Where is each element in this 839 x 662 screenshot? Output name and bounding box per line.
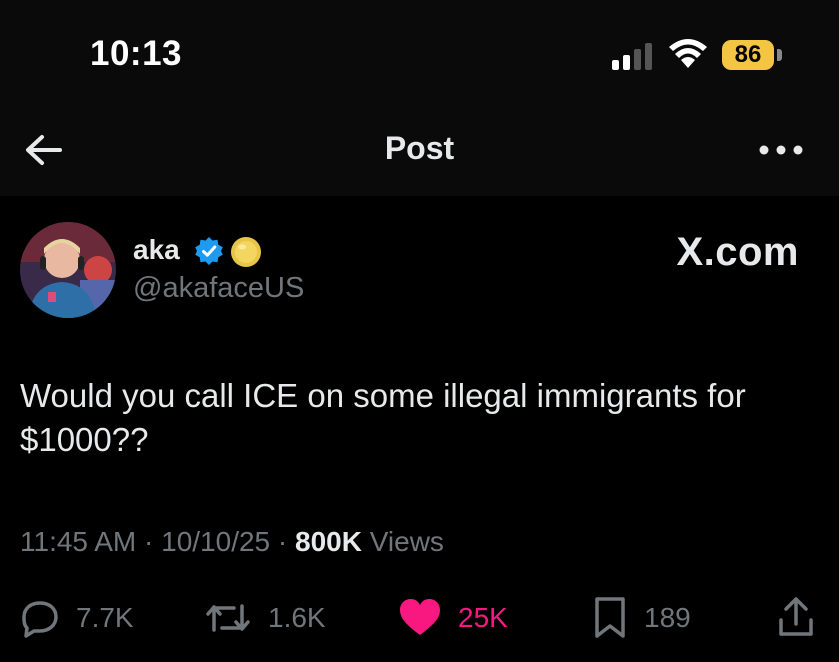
status-bar: 10:13 86 xyxy=(0,0,839,110)
avatar[interactable] xyxy=(20,222,116,318)
tweet-date[interactable]: 10/10/25 xyxy=(161,526,270,557)
status-time: 10:13 xyxy=(90,34,183,73)
tweet-meta: 11:45 AM · 10/10/25 · 800K Views xyxy=(20,526,444,558)
views-label: Views xyxy=(369,526,444,557)
like-count: 25K xyxy=(458,602,508,633)
author-handle[interactable]: @akafaceUS xyxy=(133,272,304,305)
share-icon xyxy=(779,597,813,636)
heart-icon xyxy=(400,599,440,635)
bookmark-count: 189 xyxy=(644,602,691,633)
tweet-time[interactable]: 11:45 AM xyxy=(20,526,136,557)
like-button[interactable]: 25K xyxy=(398,596,508,640)
tweet-text: Would you call ICE on some illegal immig… xyxy=(20,377,746,458)
meta-separator: · xyxy=(277,526,288,557)
verified-badge-icon xyxy=(195,237,223,265)
repost-count: 1.6K xyxy=(268,602,326,633)
meta-separator: · xyxy=(144,526,154,557)
gold-coin-icon xyxy=(231,237,261,267)
author-name[interactable]: aka xyxy=(133,234,180,266)
share-button[interactable] xyxy=(776,596,816,640)
bookmark-button[interactable]: 189 xyxy=(592,596,691,640)
battery-level: 86 xyxy=(722,40,774,70)
cell-signal-icon xyxy=(612,43,652,70)
brand-watermark: X.com xyxy=(676,230,799,274)
battery-indicator: 86 xyxy=(722,40,784,72)
repost-icon xyxy=(206,604,250,632)
page-title: Post xyxy=(384,130,455,166)
reply-icon xyxy=(22,601,58,638)
wifi-icon xyxy=(669,39,707,68)
bookmark-icon xyxy=(595,597,625,638)
more-options-icon[interactable] xyxy=(758,140,804,160)
reply-button[interactable]: 7.7K xyxy=(20,596,134,640)
reply-count: 7.7K xyxy=(76,602,134,633)
repost-button[interactable]: 1.6K xyxy=(204,596,326,640)
views-count[interactable]: 800K xyxy=(295,526,362,557)
battery-nub xyxy=(777,49,782,61)
